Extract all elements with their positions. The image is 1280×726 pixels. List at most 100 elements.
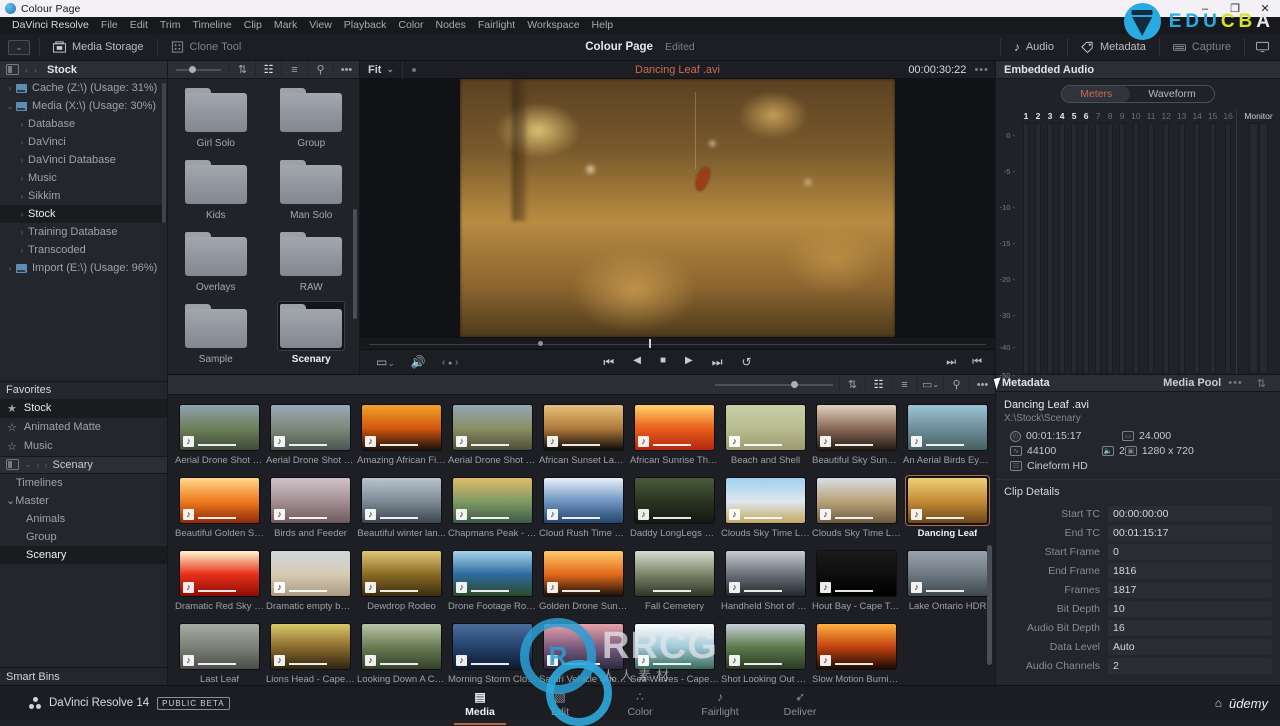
storage-folder[interactable]: Scenary xyxy=(264,301,360,373)
media-clip[interactable]: ♪ Dramatic empty bea... xyxy=(265,549,356,612)
bin-nav-back-button[interactable]: ‹ xyxy=(37,460,40,470)
storage-tree-item[interactable]: › Cache (Z:\) (Usage: 31%) xyxy=(0,79,167,97)
clip-thumbnail[interactable]: ♪ xyxy=(180,624,259,669)
storage-tree-item[interactable]: › Stock xyxy=(0,205,167,223)
panel-toggle-button[interactable]: ⌄ xyxy=(8,39,30,55)
media-clip[interactable]: Fall Cemetery xyxy=(629,549,720,612)
media-clip[interactable]: ♪ African Sunset Lands... xyxy=(538,403,629,466)
media-clip[interactable]: ♪ Beautiful Sky Sunset... xyxy=(811,403,902,466)
list-view-icon[interactable]: ≡ xyxy=(281,60,307,79)
media-clip[interactable]: ♪ Aerial Drone Shot O... xyxy=(447,403,538,466)
stop-button[interactable]: ■ xyxy=(660,355,666,370)
bin-nav-forward-button[interactable]: › xyxy=(45,460,48,470)
pool-more-icon[interactable]: ••• xyxy=(969,375,995,394)
play-button[interactable]: ▶ xyxy=(685,355,693,370)
media-clip[interactable]: ♪ Shot Looking Out Al... xyxy=(720,622,811,685)
menu-help[interactable]: Help xyxy=(586,17,620,34)
view-mode-icon[interactable]: ▭⌄ xyxy=(376,355,395,369)
storage-tree[interactable]: › Cache (Z:\) (Usage: 31%) ⌄ Media (X:\) (U… xyxy=(0,79,167,381)
media-clip[interactable]: ♪ Sea Waves - Cape T... xyxy=(629,622,720,685)
clip-thumbnail[interactable] xyxy=(635,551,714,596)
storage-tree-item[interactable]: › Training Database xyxy=(0,223,167,241)
media-storage-button[interactable]: Media Storage xyxy=(40,34,157,61)
page-tabs[interactable]: ▤ Media ▧ Edit ∴ Color ♪ Fairlight ➶ Deliver xyxy=(0,688,1280,725)
clip-thumbnail[interactable]: ♪ xyxy=(635,478,714,523)
tree-twisty-icon[interactable]: › xyxy=(16,120,28,129)
metadata-field-value[interactable]: 10 xyxy=(1108,600,1272,617)
pool-sort-icon[interactable]: ⇅ xyxy=(839,375,865,394)
storage-folder[interactable]: Man Solo xyxy=(264,157,360,229)
menu-playback[interactable]: Playback xyxy=(338,17,393,34)
storage-tree-item[interactable]: › Transcoded xyxy=(0,241,167,259)
next-clip-button[interactable]: ⏭ xyxy=(712,355,723,370)
tree-twisty-icon[interactable]: › xyxy=(4,264,16,273)
prev-clip-button[interactable]: ⏮ xyxy=(603,355,614,370)
metadata-field-value[interactable]: Auto xyxy=(1108,638,1272,655)
page-tab-color[interactable]: ∴ Color xyxy=(600,688,680,718)
menu-fairlight[interactable]: Fairlight xyxy=(472,17,521,34)
bin-item[interactable]: Group xyxy=(0,528,167,546)
media-clip[interactable]: ♪ Handheld Shot of an... xyxy=(720,549,811,612)
media-clip[interactable]: ♪ Birds and Feeder xyxy=(265,476,356,539)
media-clip[interactable]: ♪ Lions Head - Cape T... xyxy=(265,622,356,685)
storage-folder[interactable]: Overlays xyxy=(168,229,264,301)
favorite-item[interactable]: ★ Stock xyxy=(0,398,167,418)
scrubber-marker[interactable] xyxy=(537,341,543,346)
clip-thumbnail[interactable]: ♪ xyxy=(180,551,259,596)
clip-thumbnail[interactable]: ♪ xyxy=(362,405,441,450)
clip-thumbnail[interactable]: ♪ xyxy=(271,478,350,523)
pool-search-icon[interactable]: ⚲ xyxy=(943,375,969,394)
clip-thumbnail[interactable]: ♪ xyxy=(544,405,623,450)
bin-tree[interactable]: Timelines ⌄ Master Animals Group Scenary xyxy=(0,473,167,667)
media-clip[interactable]: ♪ Golden Drone Sunse... xyxy=(538,549,629,612)
clip-thumbnail[interactable]: ♪ xyxy=(453,405,532,450)
clip-thumbnail[interactable]: ♪ xyxy=(453,624,532,669)
storage-folder[interactable]: Sample xyxy=(168,301,264,373)
tree-twisty-icon[interactable]: › xyxy=(16,246,28,255)
media-clip[interactable]: ♪ An Aerial Birds Eye S... xyxy=(902,403,993,466)
clip-thumbnail[interactable]: ♪ xyxy=(453,551,532,596)
marker-icon[interactable]: ● xyxy=(448,360,452,367)
pool-grid-view-icon[interactable]: ☷ xyxy=(865,375,891,394)
storage-folder[interactable]: Group xyxy=(264,85,360,157)
storage-tree-item[interactable]: › DaVinci xyxy=(0,133,167,151)
viewer-scrubber[interactable] xyxy=(360,337,995,349)
clip-thumbnail[interactable]: ♪ xyxy=(180,478,259,523)
panel-layout-icon[interactable] xyxy=(6,64,19,75)
bin-twisty-icon[interactable]: ⌄ xyxy=(6,494,15,507)
tree-twisty-icon[interactable]: › xyxy=(16,138,28,147)
metadata-field-value[interactable]: 00:01:15:17 xyxy=(1108,524,1272,541)
clip-thumbnail[interactable]: ♪ xyxy=(817,624,896,669)
media-clip[interactable]: ♪ Clouds Sky Time Lap... xyxy=(811,476,902,539)
media-clip[interactable]: ♪ Beach and Shell xyxy=(720,403,811,466)
more-options-icon[interactable]: ••• xyxy=(333,60,359,79)
pool-slider-knob[interactable] xyxy=(790,380,798,388)
folder-scrollbar[interactable] xyxy=(353,209,357,319)
media-clip[interactable]: ♪ Dewdrop Rodeo xyxy=(356,549,447,612)
tab-meters[interactable]: Meters xyxy=(1062,86,1131,102)
bin-item[interactable]: Scenary xyxy=(0,545,167,564)
media-clip[interactable]: ♪ Dramatic Red Sky Su... xyxy=(174,549,265,612)
search-icon[interactable]: ⚲ xyxy=(307,60,333,79)
media-clip[interactable]: ♪ Aerial Drone Shot O... xyxy=(174,403,265,466)
metadata-field-value[interactable]: 00:00:00:00 xyxy=(1108,505,1272,522)
clip-thumbnail[interactable]: ♪ xyxy=(453,478,532,523)
audio-volume-icon[interactable]: 🔊 xyxy=(411,355,426,369)
metadata-field-value[interactable]: 16 xyxy=(1108,619,1272,636)
storage-tree-item[interactable]: › Sikkim xyxy=(0,187,167,205)
media-clip[interactable]: ♪ Drone Footage Rock... xyxy=(447,549,538,612)
menu-mark[interactable]: Mark xyxy=(268,17,303,34)
clip-thumbnail[interactable]: ♪ xyxy=(544,624,623,669)
media-clip[interactable]: ♪ Beautiful Golden Su... xyxy=(174,476,265,539)
media-clip[interactable]: ♪ Last Leaf xyxy=(174,622,265,685)
clip-thumbnail[interactable]: ♪ xyxy=(817,551,896,596)
media-clip[interactable]: ♪ Daddy LongLegs or ... xyxy=(629,476,720,539)
nav-back-button[interactable]: ‹ xyxy=(25,65,28,75)
media-clip[interactable]: ♪ Clouds Sky Time Lap... xyxy=(720,476,811,539)
bin-item[interactable]: Animals xyxy=(0,510,167,528)
media-clip[interactable]: ♪ Slow Motion Burnin... xyxy=(811,622,902,685)
metadata-field-value[interactable]: 2 xyxy=(1108,657,1272,674)
metadata-more-icon[interactable]: ••• xyxy=(1221,377,1250,389)
page-tab-fairlight[interactable]: ♪ Fairlight xyxy=(680,688,760,718)
clip-thumbnail[interactable]: ♪ xyxy=(726,624,805,669)
